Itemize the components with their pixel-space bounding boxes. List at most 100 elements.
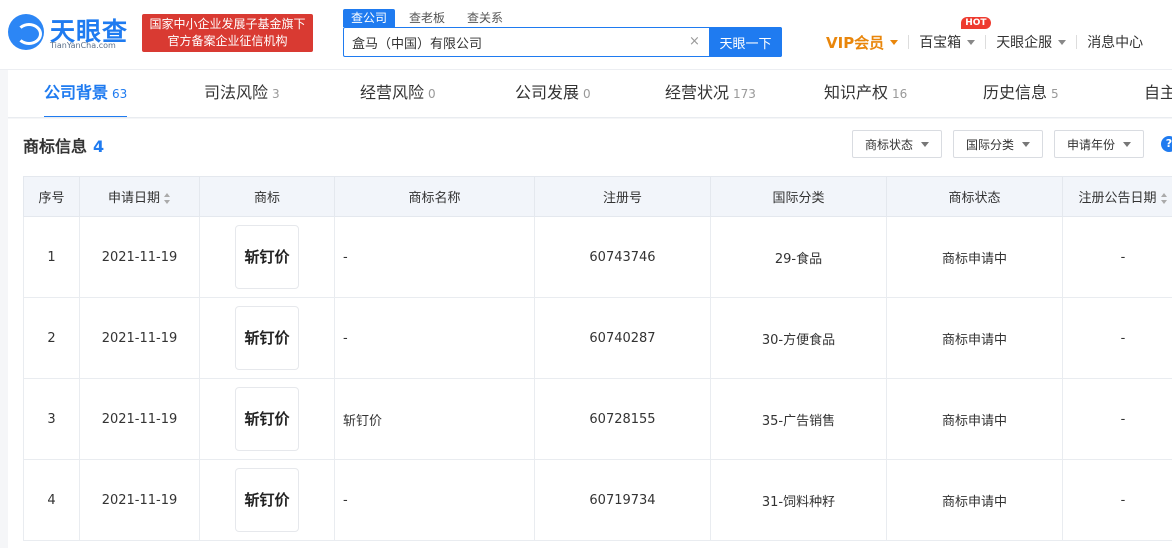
tab-label: 公司发展 (515, 83, 580, 102)
search-input[interactable] (344, 28, 704, 56)
filter-trademark-status[interactable]: 商标状态 (852, 130, 943, 158)
filter-application-year[interactable]: 申请年份 (1054, 130, 1145, 158)
col-header-label: 申请日期 (107, 191, 160, 206)
top-nav: VIP会员 百宝箱 HOT 天眼企服 消息中心 (826, 17, 1143, 53)
cell-index: 4 (23, 459, 80, 541)
tab-count: 5 (1051, 87, 1059, 101)
message-center-label: 消息中心 (1087, 35, 1144, 51)
cell-apply-date: 2021-11-19 (79, 459, 200, 541)
col-header-index: 序号 (23, 176, 80, 217)
chevron-down-icon (967, 39, 976, 45)
cell-class: 29-食品 (710, 216, 887, 298)
tab-history[interactable]: 历史信息 5 (983, 70, 1059, 117)
company-info-tabs: 公司背景 63 司法风险 3 经营风险 0 公司发展 0 经营状况 173 知识产权 16 … (8, 70, 1172, 118)
col-header-logo: 商标 (199, 176, 335, 217)
col-header-name: 商标名称 (334, 176, 535, 217)
tab-count: 0 (428, 87, 436, 101)
vip-label: VIP会员 (826, 33, 885, 52)
sort-icon[interactable] (164, 193, 171, 204)
sort-icon[interactable] (1160, 193, 1168, 204)
tab-count: 3 (272, 87, 280, 101)
tab-intellectual-property[interactable]: 知识产权 16 (824, 70, 908, 117)
search-tab-boss[interactable]: 查老板 (401, 9, 453, 27)
cell-announce-date: - (1062, 216, 1172, 298)
search-tab-company[interactable]: 查公司 (343, 9, 396, 27)
cell-logo: 斩钉价 (199, 216, 335, 298)
tab-count: 16 (892, 87, 908, 101)
top-header: 天眼查 TianYanCha.com 国家中小企业发展子基金旗下 官方备案企业征… (0, 0, 1172, 70)
tab-count: 173 (733, 87, 756, 101)
cell-apply-date: 2021-11-19 (79, 297, 200, 379)
cell-reg-no[interactable]: 60719734 (534, 459, 711, 541)
clear-icon[interactable]: × (689, 34, 700, 49)
message-center-link[interactable]: 消息中心 (1087, 31, 1143, 53)
cell-reg-no[interactable]: 60728155 (534, 378, 711, 460)
search-button[interactable]: 天眼一下 (709, 27, 782, 57)
search-tab-relation[interactable]: 查关系 (459, 9, 511, 27)
cell-logo: 斩钉价 (199, 378, 335, 460)
chevron-down-icon (1058, 39, 1067, 45)
cell-index: 3 (23, 378, 80, 460)
table-row: 1 2021-11-19 斩钉价 - 60743746 29-食品 商标申请中 … (23, 216, 1172, 298)
tab-label: 历史信息 (983, 83, 1048, 102)
table-row: 2 2021-11-19 斩钉价 - 60740287 30-方便食品 商标申请… (23, 297, 1172, 379)
vip-menu[interactable]: VIP会员 (826, 31, 899, 53)
cell-name: - (334, 216, 535, 298)
col-header-apply-date[interactable]: 申请日期 (79, 176, 200, 217)
cell-name: - (334, 297, 535, 379)
cell-logo: 斩钉价 (199, 459, 335, 541)
gov-badge[interactable]: 国家中小企业发展子基金旗下 官方备案企业征信机构 (142, 14, 313, 52)
trademark-table: 序号 申请日期 商标 商标名称 注册号 国际分类 商标状态 注册公告日期 1 2… (23, 176, 1172, 541)
trademark-image[interactable]: 斩钉价 (235, 387, 299, 451)
tab-label: 自主 (1144, 83, 1172, 102)
treasure-box-label: 百宝箱 (919, 35, 962, 51)
col-header-status: 商标状态 (886, 176, 1063, 217)
trademark-image[interactable]: 斩钉价 (235, 225, 299, 289)
tab-operating-risk[interactable]: 经营风险 0 (360, 70, 436, 117)
tab-count: 0 (583, 87, 591, 101)
tab-company-background[interactable]: 公司背景 63 (44, 70, 128, 117)
treasure-box-menu[interactable]: 百宝箱 HOT (919, 17, 991, 53)
tab-self-info[interactable]: 自主 (1144, 70, 1172, 117)
site-logo[interactable]: 天眼查 TianYanCha.com (8, 12, 136, 54)
section-title: 商标信息 4 (23, 133, 104, 157)
cell-status: 商标申请中 (886, 216, 1063, 298)
trademark-section: 商标信息 4 商标状态 国际分类 申请年份 ? 序号 申请日期 商标 商标名称 注… (8, 119, 1172, 548)
filter-international-class[interactable]: 国际分类 (953, 130, 1044, 158)
trademark-image[interactable]: 斩钉价 (235, 306, 299, 370)
cell-class: 31-饲料种籽 (710, 459, 887, 541)
tab-label: 公司背景 (44, 83, 109, 102)
cell-reg-no[interactable]: 60743746 (534, 216, 711, 298)
enterprise-service-label: 天眼企服 (996, 35, 1053, 51)
chevron-down-icon (1123, 141, 1132, 147)
tab-judicial-risk[interactable]: 司法风险 3 (204, 70, 280, 117)
enterprise-service-menu[interactable]: 天眼企服 (996, 31, 1067, 53)
trademark-image[interactable]: 斩钉价 (235, 468, 299, 532)
chevron-down-icon (1022, 141, 1031, 147)
chevron-down-icon (921, 141, 930, 147)
col-header-label: 注册公告日期 (1078, 191, 1157, 206)
tab-count: 63 (112, 87, 128, 101)
col-header-reg-no: 注册号 (534, 176, 711, 217)
cell-reg-no[interactable]: 60740287 (534, 297, 711, 379)
chevron-down-icon (890, 39, 899, 45)
help-icon[interactable]: ? (1161, 136, 1172, 152)
tab-business-status[interactable]: 经营状况 173 (665, 70, 756, 117)
nav-divider (985, 35, 987, 49)
cell-apply-date: 2021-11-19 (79, 378, 200, 460)
cell-status: 商标申请中 (886, 378, 1063, 460)
tab-label: 司法风险 (204, 83, 269, 102)
cell-announce-date: - (1062, 297, 1172, 379)
cell-announce-date: - (1062, 378, 1172, 460)
filter-label: 国际分类 (966, 137, 1015, 152)
cell-name: - (334, 459, 535, 541)
gov-badge-line2: 官方备案企业征信机构 (167, 34, 288, 48)
col-header-announce-date[interactable]: 注册公告日期 (1062, 176, 1172, 217)
cell-status: 商标申请中 (886, 459, 1063, 541)
gov-badge-line1: 国家中小企业发展子基金旗下 (149, 17, 306, 31)
section-title-label: 商标信息 (23, 137, 88, 156)
table-row: 4 2021-11-19 斩钉价 - 60719734 31-饲料种籽 商标申请… (23, 459, 1172, 541)
tab-company-development[interactable]: 公司发展 0 (515, 70, 591, 117)
logo-url: TianYanCha.com (50, 41, 116, 50)
tab-label: 经营状况 (665, 83, 730, 102)
